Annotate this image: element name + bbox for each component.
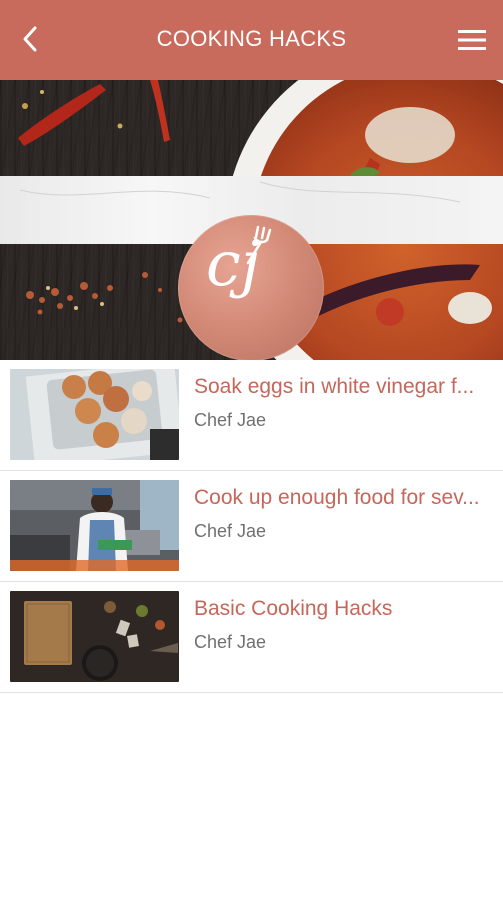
page-title: COOKING HACKS	[156, 26, 347, 51]
hero-banner: cj	[0, 80, 503, 360]
item-author: Chef Jae	[194, 521, 267, 541]
menu-button[interactable]	[455, 24, 489, 56]
thumbnail-chef	[10, 480, 179, 571]
item-author: Chef Jae	[194, 632, 267, 652]
thumbnail-cutting-board	[10, 591, 179, 682]
svg-text:cj: cj	[206, 227, 260, 300]
item-title: Cook up enough food for sev...	[194, 486, 480, 509]
item-author: Chef Jae	[194, 410, 267, 430]
recipe-list: Soak eggs in white vinegar f... Chef Jae…	[0, 360, 503, 693]
fork-icon: cj	[206, 225, 272, 300]
list-item[interactable]: Cook up enough food for sev... Chef Jae	[0, 471, 503, 582]
thumbnail-eggs	[10, 369, 179, 460]
list-item[interactable]: Soak eggs in white vinegar f... Chef Jae	[0, 360, 503, 471]
list-item[interactable]: Basic Cooking Hacks Chef Jae	[0, 582, 503, 693]
item-title: Basic Cooking Hacks	[194, 597, 393, 620]
item-title: Soak eggs in white vinegar f...	[194, 375, 475, 398]
hamburger-menu-icon	[458, 30, 486, 50]
brand-logo: cj	[178, 215, 324, 360]
app-bar: COOKING HACKS	[0, 0, 503, 80]
